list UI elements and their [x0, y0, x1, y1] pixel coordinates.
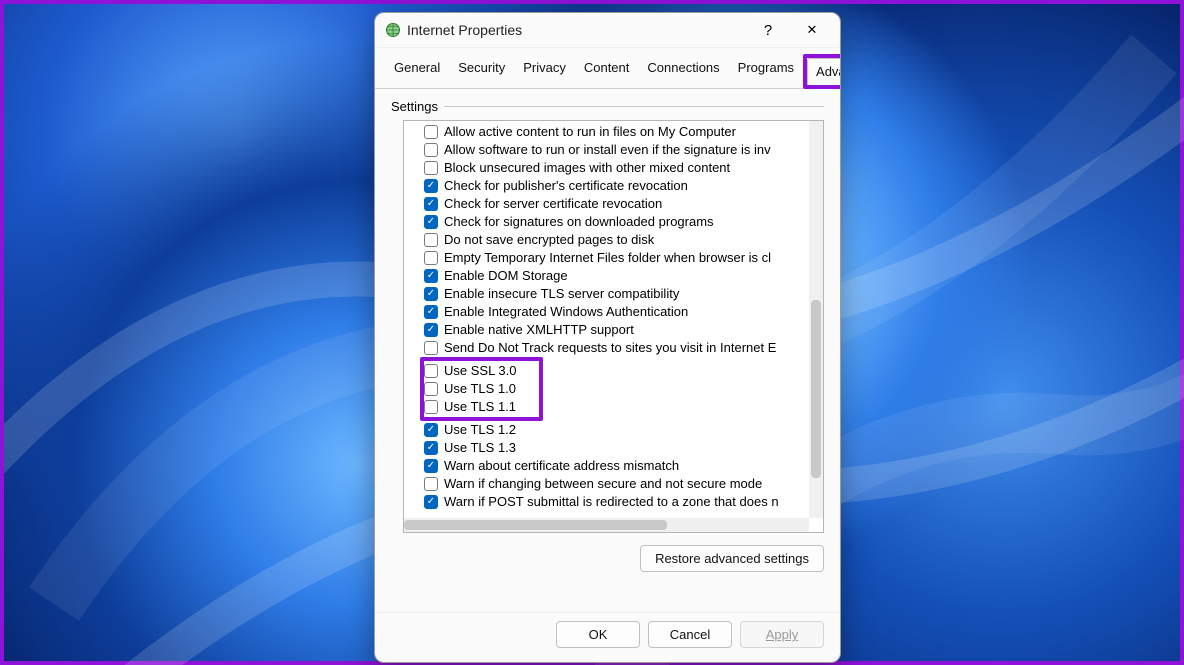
setting-row[interactable]: ✓ Use TLS 1.2	[404, 421, 823, 439]
setting-label: Enable insecure TLS server compatibility	[444, 285, 679, 303]
checkbox[interactable]	[424, 477, 438, 491]
screenshot-frame: Internet Properties ? ✕ GeneralSecurityP…	[0, 0, 1184, 665]
tab-security[interactable]: Security	[449, 54, 514, 89]
setting-label: Warn if changing between secure and not …	[444, 475, 762, 493]
setting-label: Use TLS 1.3	[444, 439, 516, 457]
checkbox[interactable]: ✓	[424, 323, 438, 337]
help-button[interactable]: ?	[746, 15, 790, 45]
setting-row[interactable]: ✓ Check for signatures on downloaded prog…	[404, 213, 823, 231]
setting-label: Use SSL 3.0	[444, 362, 517, 380]
checkbox[interactable]	[424, 382, 438, 396]
checkbox[interactable]: ✓	[424, 459, 438, 473]
setting-label: Block unsecured images with other mixed …	[444, 159, 730, 177]
checkbox[interactable]	[424, 364, 438, 378]
setting-row[interactable]: ✓ Enable native XMLHTTP support	[404, 321, 823, 339]
settings-label-text: Settings	[391, 99, 438, 114]
tab-strip: GeneralSecurityPrivacyContentConnections…	[375, 48, 840, 89]
tab-connections[interactable]: Connections	[638, 54, 728, 89]
internet-properties-dialog: Internet Properties ? ✕ GeneralSecurityP…	[374, 12, 841, 663]
setting-label: Enable DOM Storage	[444, 267, 568, 285]
checkbox[interactable]: ✓	[424, 197, 438, 211]
checkbox[interactable]	[424, 400, 438, 414]
settings-listbox[interactable]: Allow active content to run in files on …	[403, 120, 824, 533]
tab-advanced[interactable]: Advanced	[807, 58, 841, 85]
setting-row[interactable]: Warn if changing between secure and not …	[404, 475, 823, 493]
settings-list: Allow active content to run in files on …	[404, 121, 823, 513]
setting-row[interactable]: ✓ Warn if POST submittal is redirected to…	[404, 493, 823, 511]
setting-row[interactable]: ✓ Use TLS 1.3	[404, 439, 823, 457]
setting-label: Use TLS 1.0	[444, 380, 516, 398]
checkbox[interactable]	[424, 341, 438, 355]
close-button[interactable]: ✕	[790, 15, 834, 45]
setting-row[interactable]: Block unsecured images with other mixed …	[404, 159, 823, 177]
ok-button[interactable]: OK	[556, 621, 640, 648]
checkbox[interactable]	[424, 251, 438, 265]
vertical-scrollbar[interactable]	[809, 121, 823, 518]
setting-label: Enable native XMLHTTP support	[444, 321, 634, 339]
checkbox[interactable]	[424, 125, 438, 139]
tab-general[interactable]: General	[385, 54, 449, 89]
checkbox[interactable]: ✓	[424, 287, 438, 301]
cancel-button[interactable]: Cancel	[648, 621, 732, 648]
tab-content[interactable]: Content	[575, 54, 639, 89]
setting-label: Send Do Not Track requests to sites you …	[444, 339, 776, 357]
setting-row[interactable]: Allow software to run or install even if…	[404, 141, 823, 159]
group-divider	[444, 106, 824, 107]
setting-label: Empty Temporary Internet Files folder wh…	[444, 249, 771, 267]
restore-advanced-button[interactable]: Restore advanced settings	[640, 545, 824, 572]
checkbox[interactable]: ✓	[424, 215, 438, 229]
setting-row[interactable]: ✓ Check for server certificate revocation	[404, 195, 823, 213]
setting-row[interactable]: ✓ Enable Integrated Windows Authenticatio…	[404, 303, 823, 321]
setting-row[interactable]: Allow active content to run in files on …	[404, 123, 823, 141]
horizontal-scrollbar[interactable]	[404, 518, 809, 532]
vertical-scrollbar-thumb[interactable]	[811, 300, 821, 479]
settings-group: Settings Allow active content to run in …	[391, 99, 824, 608]
setting-label: Check for publisher's certificate revoca…	[444, 177, 688, 195]
setting-label: Check for signatures on downloaded progr…	[444, 213, 714, 231]
checkbox[interactable]	[424, 143, 438, 157]
setting-row[interactable]: Use TLS 1.1	[424, 398, 539, 416]
checkbox[interactable]: ✓	[424, 305, 438, 319]
checkbox[interactable]: ✓	[424, 495, 438, 509]
tab-privacy[interactable]: Privacy	[514, 54, 575, 89]
checkbox[interactable]: ✓	[424, 423, 438, 437]
tab-content: Settings Allow active content to run in …	[375, 89, 840, 612]
dialog-footer: OK Cancel Apply	[375, 612, 840, 662]
setting-label: Warn if POST submittal is redirected to …	[444, 493, 779, 511]
setting-label: Do not save encrypted pages to disk	[444, 231, 654, 249]
setting-row[interactable]: ✓ Enable insecure TLS server compatibilit…	[404, 285, 823, 303]
restore-row: Restore advanced settings	[391, 533, 824, 572]
setting-label: Allow active content to run in files on …	[444, 123, 736, 141]
setting-label: Use TLS 1.2	[444, 421, 516, 439]
setting-label: Allow software to run or install even if…	[444, 141, 771, 159]
setting-label: Use TLS 1.1	[444, 398, 516, 416]
setting-row[interactable]: ✓ Enable DOM Storage	[404, 267, 823, 285]
setting-row[interactable]: Send Do Not Track requests to sites you …	[404, 339, 823, 357]
setting-row[interactable]: ✓ Check for publisher's certificate revoc…	[404, 177, 823, 195]
apply-button[interactable]: Apply	[740, 621, 824, 648]
setting-label: Enable Integrated Windows Authentication	[444, 303, 688, 321]
internet-options-icon	[385, 22, 401, 38]
horizontal-scrollbar-thumb[interactable]	[404, 520, 667, 530]
setting-row[interactable]: ✓ Warn about certificate address mismatch	[404, 457, 823, 475]
title-bar: Internet Properties ? ✕	[375, 13, 840, 48]
checkbox[interactable]	[424, 233, 438, 247]
checkbox[interactable]: ✓	[424, 269, 438, 283]
setting-label: Check for server certificate revocation	[444, 195, 662, 213]
checkbox[interactable]: ✓	[424, 441, 438, 455]
checkbox[interactable]	[424, 161, 438, 175]
settings-group-label: Settings	[391, 99, 824, 114]
tab-programs[interactable]: Programs	[729, 54, 803, 89]
setting-row[interactable]: Do not save encrypted pages to disk	[404, 231, 823, 249]
highlight-tab-advanced: Advanced	[803, 54, 841, 89]
setting-row[interactable]: Use TLS 1.0	[424, 380, 539, 398]
checkbox[interactable]: ✓	[424, 179, 438, 193]
highlight-ssl-tls-group: Use SSL 3.0Use TLS 1.0Use TLS 1.1	[420, 357, 543, 421]
setting-label: Warn about certificate address mismatch	[444, 457, 679, 475]
setting-row[interactable]: Empty Temporary Internet Files folder wh…	[404, 249, 823, 267]
window-title: Internet Properties	[407, 22, 746, 38]
setting-row[interactable]: Use SSL 3.0	[424, 362, 539, 380]
